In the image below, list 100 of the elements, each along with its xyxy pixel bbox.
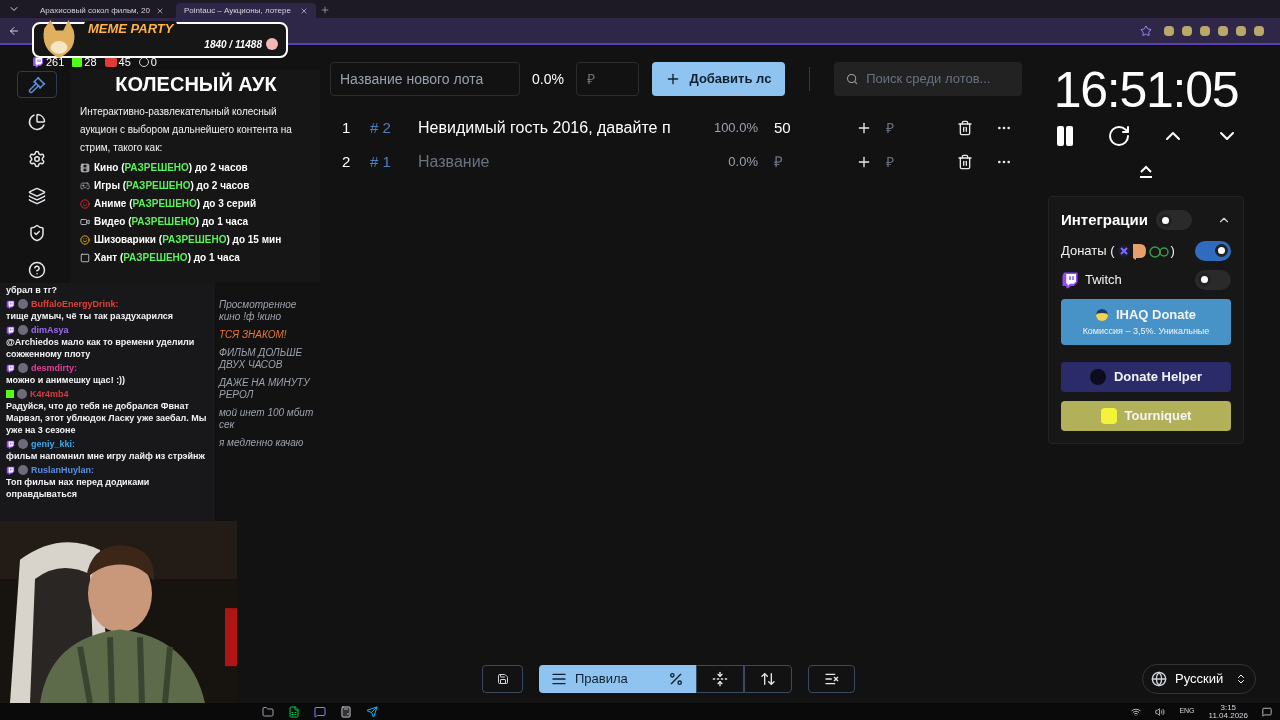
lot-name-field[interactable]: Название	[418, 150, 708, 174]
new-tab-icon[interactable]	[320, 5, 330, 15]
volume-icon	[1155, 706, 1166, 717]
avatar	[18, 465, 28, 475]
integration-button[interactable]: Donate Helper	[1061, 361, 1231, 392]
rule-item: Игры (РАЗРЕШЕНО) до 2 часов	[94, 179, 250, 193]
avatar	[18, 325, 28, 335]
chevrons-icon	[1235, 673, 1247, 685]
percent-icon	[668, 671, 684, 687]
sort-icon	[760, 671, 776, 687]
clock-date: 11.04.2026	[1208, 711, 1248, 720]
bookmark-star-icon[interactable]	[1140, 24, 1152, 37]
avatar	[18, 363, 28, 373]
service-note: Комиссия – 3,5%. Уникальные	[1082, 324, 1210, 338]
rule-item: Шизоварики (РАЗРЕШЕНО) до 15 мин	[94, 233, 282, 247]
face-icon	[80, 198, 90, 209]
timer: 16:51:05	[1053, 62, 1239, 118]
lot-index: 1	[341, 117, 352, 138]
fold-button[interactable]	[696, 665, 744, 693]
notification-icon[interactable]	[1262, 706, 1272, 717]
user-name: K4r4mb4	[30, 388, 69, 400]
extension-icon[interactable]	[1254, 25, 1264, 36]
chat-message: Радуйся, что до тебя не добрался Фвнат Марвэл, этот ублюдок Ласку уже заебал. Мы уже на 3 сезоне	[6, 400, 208, 436]
browser-tab[interactable]: Pointauc – Аукционы, лотере	[176, 3, 316, 18]
lot-id: # 2	[370, 117, 392, 138]
toggle-switch[interactable]	[1195, 240, 1231, 261]
lot-name: Невидимый гость 2016, давайте п	[418, 118, 672, 138]
kick-icon	[72, 57, 83, 67]
plus-icon[interactable]	[856, 120, 872, 136]
rules-title: КОЛЕСНЫЙ АУК	[114, 71, 278, 97]
help-icon	[28, 260, 46, 279]
integrations-title: Интеграции	[1061, 210, 1148, 230]
delete-icon[interactable]	[957, 154, 973, 170]
toggle-switch[interactable]	[1195, 269, 1231, 290]
integration-label: Донаты (	[1061, 241, 1115, 260]
stat-count: 0	[150, 54, 157, 70]
save-button[interactable]	[482, 665, 523, 693]
chat-message: можно и анимешку щас! :))	[6, 374, 126, 386]
user-name: BuffaloEnergyDrink:	[31, 298, 119, 310]
sort-button[interactable]	[744, 665, 792, 693]
twitch-icon	[6, 363, 15, 373]
vk-icon	[104, 57, 117, 67]
search-icon	[845, 72, 859, 86]
add-lot-button[interactable]: Добавить лс	[651, 62, 785, 96]
avatar	[17, 389, 27, 399]
lot-name-field[interactable]: Название нового лота	[330, 62, 520, 96]
browser-tab[interactable]: Арахисовый сокол фильм, 20	[32, 3, 172, 18]
close-icon[interactable]	[156, 6, 164, 15]
rules-intro: Интерактивно-развлекательный колесный аукцион с выбором дальнейшего контента на стрим, такого как:	[80, 105, 293, 155]
amount-field[interactable]: ₽	[758, 150, 838, 174]
chat-message: убрал в тг?	[6, 284, 57, 296]
lot-index: 2	[341, 151, 352, 172]
rules-button[interactable]: Правила	[539, 665, 696, 693]
twitch-icon	[6, 439, 15, 449]
extension-icon[interactable]	[1164, 25, 1174, 36]
extension-icon[interactable]	[1218, 25, 1228, 36]
settings-icon	[28, 149, 46, 168]
twitch-icon	[1061, 270, 1079, 289]
twitch-icon	[6, 325, 15, 335]
extension-icon[interactable]	[1182, 25, 1192, 36]
integration-label: Twitch	[1085, 270, 1122, 289]
back-icon[interactable]	[8, 24, 20, 37]
chat-message: фильм напомнил мне игру лайф из стрэйнж	[6, 450, 205, 462]
user-name: geniy_kki:	[31, 438, 76, 450]
globe-icon	[1151, 671, 1167, 687]
close-icon[interactable]	[300, 6, 308, 15]
delete-icon[interactable]	[957, 120, 973, 136]
restart-icon[interactable]	[1107, 124, 1131, 148]
extension-icon[interactable]	[1236, 25, 1246, 36]
tab-title: Арахисовый сокол фильм, 20	[40, 5, 151, 16]
calculator-icon[interactable]	[340, 705, 352, 718]
square-icon	[80, 252, 90, 263]
chat-message: тище думыч, чё ты так раздухарился	[6, 310, 173, 322]
service-name: Donate Helper	[1113, 367, 1203, 386]
rule-item: Видео (РАЗРЕШЕНО) до 1 часа	[94, 215, 249, 229]
fold-icon	[712, 671, 728, 687]
add-amount-field[interactable]: ₽	[886, 117, 946, 139]
folder-icon[interactable]	[262, 705, 274, 718]
telegram-icon[interactable]	[366, 705, 378, 718]
overlay-text: ТСЯ ЗНАКОМ!	[219, 329, 288, 341]
search-field[interactable]: Поиск среди лотов...	[833, 62, 1022, 96]
chat-message: @Archiedos мало как то времени уделили сожженному плоту	[6, 336, 196, 360]
spreadsheet-icon[interactable]	[288, 705, 300, 718]
pig-icon	[266, 38, 278, 50]
tourniquet-logo-icon	[1100, 407, 1117, 424]
search-input[interactable]: Поиск среди лотов...	[866, 69, 1010, 89]
toggle-switch[interactable]	[1155, 210, 1192, 231]
clear-list-button[interactable]	[808, 665, 855, 693]
amount-field[interactable]: ₽	[575, 62, 639, 96]
add-amount-field[interactable]: ₽	[886, 151, 946, 173]
chat-icon[interactable]	[314, 705, 326, 718]
clear-list-icon	[823, 671, 840, 687]
lot-id: # 1	[370, 151, 392, 172]
nav-button[interactable]	[17, 71, 57, 99]
avatar	[18, 439, 28, 449]
extension-icon[interactable]	[1200, 25, 1210, 36]
plus-icon[interactable]	[856, 154, 872, 170]
stat-count: 261	[46, 54, 65, 70]
service-name: IHAQ Donate	[1115, 306, 1197, 324]
pie-chart-icon	[28, 112, 46, 131]
